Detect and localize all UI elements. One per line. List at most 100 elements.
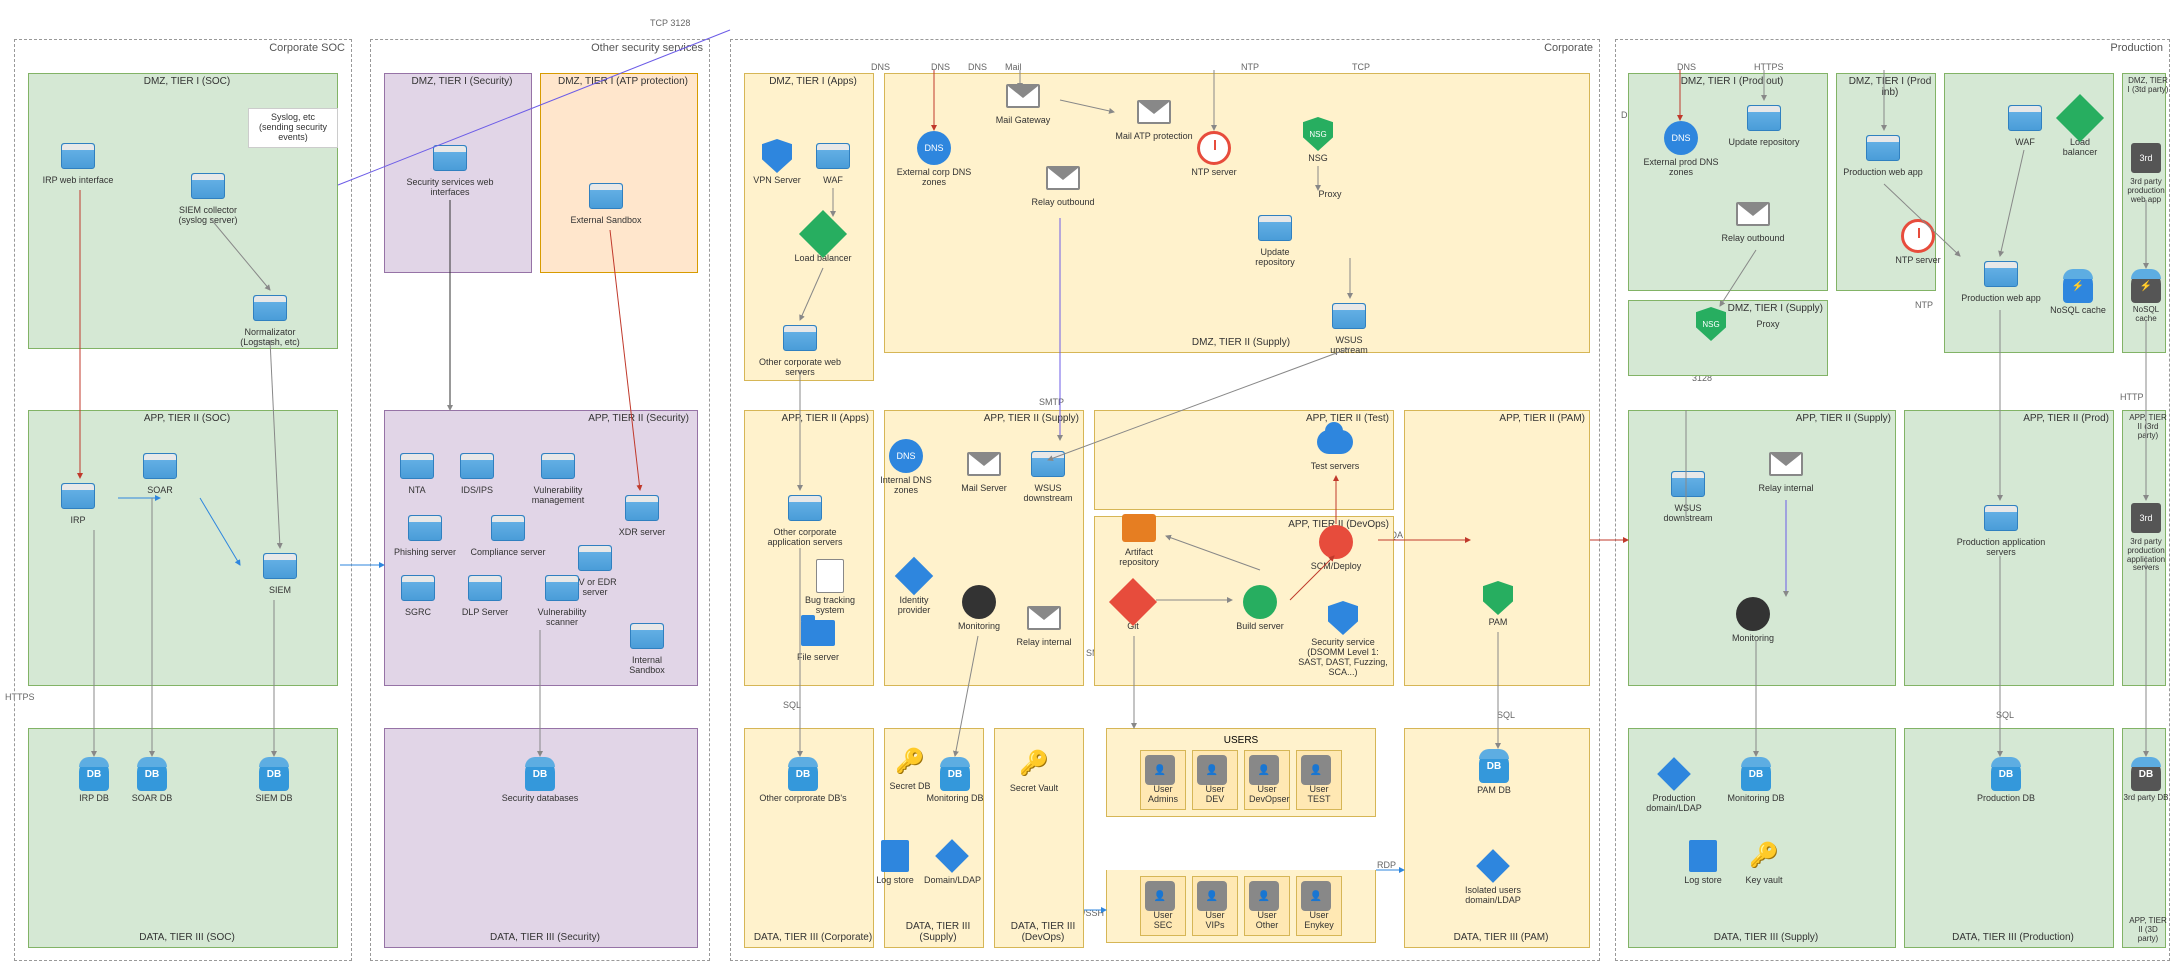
user-icon: 👤 [1145, 755, 1175, 785]
browser-icon [630, 623, 664, 649]
node-build: Build server [1232, 584, 1288, 632]
tier-label-data-pam: DATA, TIER III (PAM) [1409, 932, 1593, 943]
label-prod-relay-int: Relay internal [1756, 484, 1816, 494]
label-siem-db: SIEM DB [246, 794, 302, 804]
label-sec-service: Security service (DSOMM Level 1: SAST, D… [1298, 638, 1388, 678]
node-prod-domain: Production domain/LDAP [1636, 756, 1712, 814]
node-prod-wsus-down: WSUS downstream [1650, 466, 1726, 524]
node-siem-collector: SIEM collector (syslog server) [168, 168, 248, 226]
browser-icon [460, 453, 494, 479]
label-monitoring-db: Monitoring DB [920, 794, 990, 804]
tier-label-data-prod-supply: DATA, TIER III (Supply) [1633, 932, 1899, 943]
browser-icon [191, 173, 225, 199]
user-icon: 👤 [1249, 881, 1279, 911]
mail-icon [1137, 100, 1171, 124]
label-compliance: Compliance server [468, 548, 548, 558]
node-test-servers: Test servers [1300, 424, 1370, 472]
label-pam: PAM [1470, 618, 1526, 628]
node-prod-waf: WAF [2000, 100, 2050, 148]
node-vuln-scanner: Vulnerability scanner [524, 570, 600, 628]
node-nsg: NSG NSG [1290, 116, 1346, 164]
node-nosql2: ⚡ NoSQL cache [2122, 268, 2170, 324]
diamond-icon [799, 210, 847, 258]
browser-icon [1866, 135, 1900, 161]
browser-icon [816, 143, 850, 169]
label-relay-out: Relay outbound [1028, 198, 1098, 208]
database-icon: DB [1741, 757, 1771, 791]
label-third-app-servers: 3rd party production application servers [2122, 538, 2170, 573]
label-irp-db: IRP DB [66, 794, 122, 804]
label-test-servers: Test servers [1300, 462, 1370, 472]
node-phishing: Phishing server [390, 510, 460, 558]
node-prod-app-servers: Production application servers [1956, 500, 2046, 558]
tier-label-dmz-atp: DMZ, TIER I (ATP protection) [545, 76, 701, 87]
node-prod-ntp: NTP server [1890, 218, 1946, 266]
node-sec-db: DB Security databases [500, 756, 580, 804]
label-prod-proxy: Proxy [1744, 320, 1792, 330]
user-icon: 👤 [1145, 881, 1175, 911]
label-other-db: Other corprorate DB's [758, 794, 848, 804]
node-irp-db: DB IRP DB [66, 756, 122, 804]
node-prod-relay-out: Relay outbound [1718, 196, 1788, 244]
database-icon: DB [788, 757, 818, 791]
browser-icon [788, 495, 822, 521]
label-isolated-ldap: Isolated users domain/LDAP [1448, 886, 1538, 906]
label-secret-vault: Secret Vault [1006, 784, 1062, 794]
users-panel: USERS 👤User Admins 👤User DEV 👤User DevOp… [1106, 728, 1376, 817]
browser-icon [143, 453, 177, 479]
browser-icon [1984, 505, 2018, 531]
label-normalizator: Normalizator (Logstash, etc) [230, 328, 310, 348]
node-ntp: NTP server [1186, 130, 1242, 178]
database-icon: DB [1991, 757, 2021, 791]
tier-label-app-prod-supply: APP, TIER II (Supply) [1796, 413, 1891, 424]
database-icon: ⚡ [2131, 269, 2161, 303]
label-prod-monitoring: Monitoring [1720, 634, 1786, 644]
user-devops: 👤User DevOpser [1244, 750, 1290, 810]
user-icon: 👤 [1197, 881, 1227, 911]
label-sec-db: Security databases [500, 794, 580, 804]
label-other-app: Other corporate application servers [755, 528, 855, 548]
app-icon: 3rd [2131, 143, 2161, 173]
node-siem: SIEM [240, 548, 320, 596]
browser-icon [2008, 105, 2042, 131]
label-prod-domain: Production domain/LDAP [1636, 794, 1712, 814]
label-irp: IRP [38, 516, 118, 526]
browser-icon [263, 553, 297, 579]
node-relay-out: Relay outbound [1028, 160, 1098, 208]
node-mail-gw: Mail Gateway [990, 78, 1056, 126]
folder-icon [801, 620, 835, 646]
label-bug-track: Bug tracking system [795, 596, 865, 616]
tier-label-app-pam: APP, TIER II (PAM) [1499, 413, 1585, 424]
tier-label-app-prod: APP, TIER II (Prod) [2023, 413, 2109, 424]
user-admin: 👤User Admins [1140, 750, 1186, 810]
node-prod-db: DB Production DB [1966, 756, 2046, 804]
diamond-icon [1657, 757, 1691, 791]
user-sec: 👤User SEC [1140, 876, 1186, 936]
key-icon: 🔑 [1749, 841, 1779, 871]
dns-icon: DNS [889, 439, 923, 473]
shield-icon: NSG [1696, 307, 1726, 341]
user-vip: 👤User VIPs [1192, 876, 1238, 936]
tier-label-app-apps: APP, TIER II (Apps) [782, 413, 869, 424]
book-icon [1689, 840, 1717, 872]
dns-icon: DNS [1664, 121, 1698, 155]
label-xdr: XDR server [614, 528, 670, 538]
browser-icon [541, 453, 575, 479]
label-third-db: 3rd party DB [2122, 794, 2170, 803]
zone-label-corporate: Corporate [1544, 42, 1593, 54]
tier-label-dmz-prod-inb: DMZ, TIER I (Prod inb) [1841, 76, 1939, 98]
node-soar-db: DB SOAR DB [124, 756, 180, 804]
browser-icon [625, 495, 659, 521]
node-wsus-up: WSUS upstream [1316, 298, 1382, 356]
label-relay-int: Relay internal [1016, 638, 1072, 648]
node-prod-web-app2: Production web app [1956, 256, 2046, 304]
node-ext-prod-dns: DNS External prod DNS zones [1636, 120, 1726, 178]
node-syslog-note: Syslog, etc (sending security events) [248, 108, 338, 148]
tier-label-data-soc: DATA, TIER III (SOC) [33, 932, 341, 943]
node-sec-service: Security service (DSOMM Level 1: SAST, D… [1298, 600, 1388, 678]
database-icon: ⚡ [2063, 269, 2093, 303]
node-prod-mon-db: DB Monitoring DB [1718, 756, 1794, 804]
browser-icon [589, 183, 623, 209]
node-ids-ips: IDS/IPS [448, 448, 506, 496]
users-panel-2: 👤User SEC 👤User VIPs 👤User Other 👤User E… [1106, 870, 1376, 943]
